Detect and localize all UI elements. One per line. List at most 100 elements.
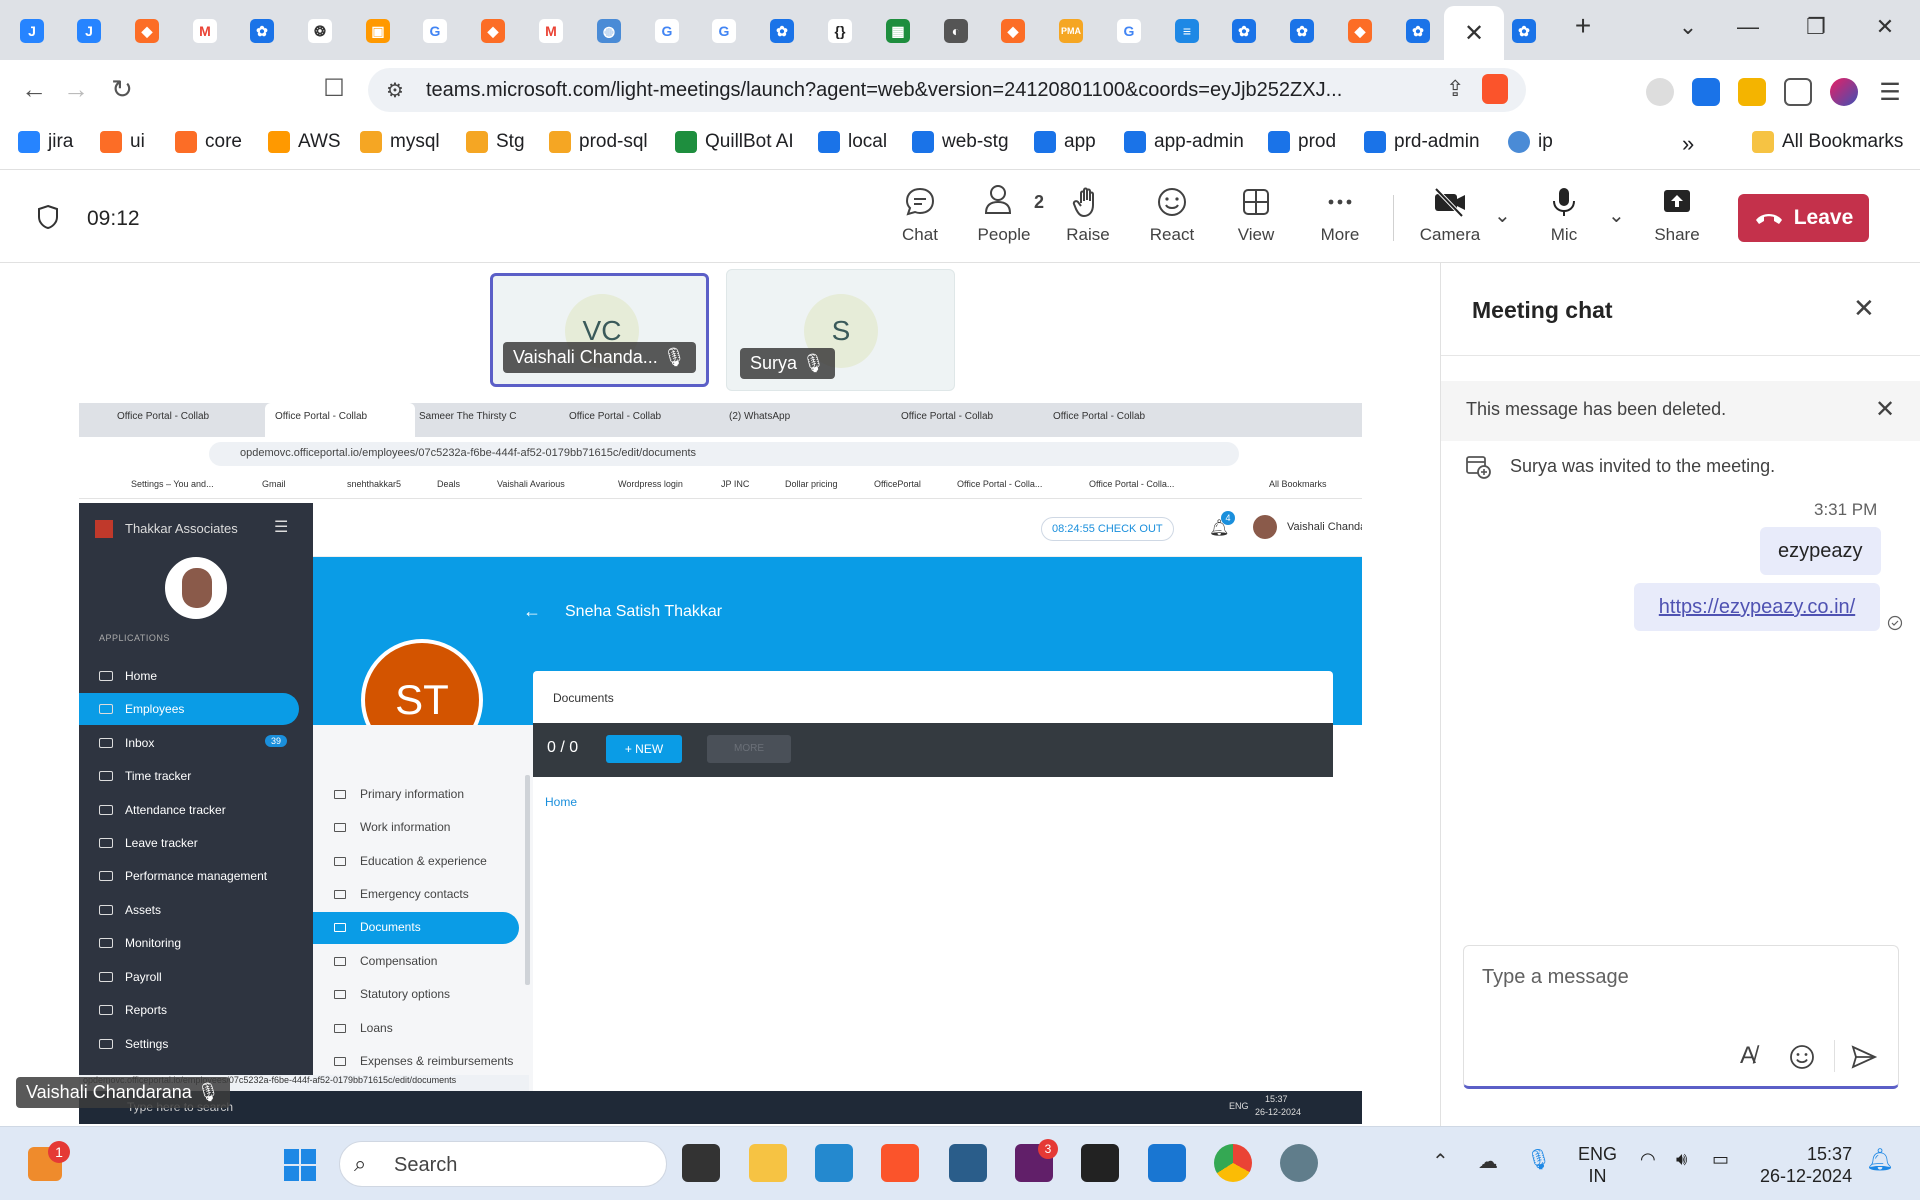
tab-app-5[interactable]: ✿: [1396, 10, 1440, 52]
site-settings-icon[interactable]: ⚙: [386, 78, 404, 103]
tab-gitlab-2[interactable]: ◆: [471, 10, 515, 52]
battery-icon[interactable]: ▭: [1712, 1149, 1729, 1170]
bookmark-stg[interactable]: Stg: [466, 131, 525, 153]
mic-options-chevron-icon[interactable]: ⌄: [1608, 203, 1625, 228]
mic-tray-icon[interactable]: 🎙: [1526, 1147, 1551, 1172]
bookmarks-overflow-icon[interactable]: »: [1682, 131, 1694, 157]
tab-gitlab-4[interactable]: ◆: [1338, 10, 1382, 52]
chat-button[interactable]: Chat: [880, 185, 960, 272]
tab-pma[interactable]: PMA: [1049, 10, 1093, 52]
bookmark-quillbot[interactable]: QuillBot AI: [675, 131, 794, 153]
new-tab-icon[interactable]: +: [1563, 10, 1603, 42]
tab-teams-active[interactable]: ✕: [1444, 6, 1504, 60]
view-button[interactable]: View: [1216, 185, 1296, 245]
tab-app-2[interactable]: ✿: [760, 10, 804, 52]
tray-overflow-icon[interactable]: ⌃: [1432, 1149, 1449, 1174]
url-text[interactable]: teams.microsoft.com/light-meetings/launc…: [426, 79, 1446, 102]
format-text-icon[interactable]: A̸: [1740, 1042, 1756, 1070]
address-bar[interactable]: ⚙ teams.microsoft.com/light-meetings/lau…: [368, 68, 1526, 112]
chat-message-link[interactable]: https://ezypeazy.co.in/: [1634, 583, 1880, 631]
extension-icon[interactable]: [1738, 78, 1766, 106]
message-compose-box[interactable]: Type a message A̸: [1463, 945, 1899, 1089]
tab-aws[interactable]: ▣: [356, 10, 400, 52]
tab-globe[interactable]: ◍: [587, 10, 631, 52]
close-chat-icon[interactable]: ✕: [1853, 293, 1875, 324]
leave-button[interactable]: Leave: [1738, 194, 1869, 242]
bookmark-prd-admin[interactable]: prd-admin: [1364, 131, 1480, 153]
bookmark-app-admin[interactable]: app-admin: [1124, 131, 1244, 153]
restore-icon[interactable]: ❐: [1796, 14, 1836, 40]
share-button[interactable]: Share: [1637, 185, 1717, 245]
participant-tile-surya[interactable]: S Surya 🎙: [726, 269, 955, 391]
tab-jira-2[interactable]: J: [67, 10, 111, 52]
people-button[interactable]: 2 People: [964, 185, 1044, 245]
all-bookmarks[interactable]: All Bookmarks: [1752, 131, 1903, 153]
chat-message[interactable]: ezypeazy: [1760, 527, 1881, 575]
taskbar-search-box[interactable]: ⌕ Search: [339, 1141, 667, 1187]
tab-gmail[interactable]: M: [183, 10, 227, 52]
wifi-icon[interactable]: ◠: [1640, 1149, 1656, 1170]
tab-google[interactable]: G: [413, 10, 457, 52]
bookmark-ui[interactable]: ui: [100, 131, 145, 153]
message-input[interactable]: Type a message: [1482, 966, 1629, 989]
tab-app-4[interactable]: ✿: [1280, 10, 1324, 52]
reload-icon[interactable]: ↻: [104, 74, 140, 105]
settings-gear-icon[interactable]: [1280, 1144, 1318, 1182]
bookmark-app[interactable]: app: [1034, 131, 1096, 153]
bookmark-prod[interactable]: prod: [1268, 131, 1336, 153]
tab-gmail-2[interactable]: M: [529, 10, 573, 52]
tab-gitlab-3[interactable]: ◆: [991, 10, 1035, 52]
tab-world[interactable]: ◐: [934, 10, 978, 52]
tab-sheets[interactable]: ▦: [876, 10, 920, 52]
react-button[interactable]: React: [1132, 185, 1212, 245]
brave-icon[interactable]: [881, 1144, 919, 1182]
bookmark-jira[interactable]: jira: [18, 131, 73, 153]
translate-extension-icon[interactable]: [1692, 78, 1720, 106]
raise-hand-button[interactable]: Raise: [1048, 185, 1128, 245]
tab-gitlab[interactable]: ◆: [125, 10, 169, 52]
tab-app-6[interactable]: ✿: [1502, 10, 1546, 52]
bookmark-prod-sql[interactable]: prod-sql: [549, 131, 648, 153]
windows-start-icon[interactable]: [282, 1147, 318, 1183]
menu-icon[interactable]: ☰: [1876, 78, 1904, 106]
bookmark-local[interactable]: local: [818, 131, 887, 153]
mic-button[interactable]: Mic: [1524, 185, 1604, 245]
bookmark-aws[interactable]: AWS: [268, 131, 341, 153]
tab-search-chevron-icon[interactable]: ⌄: [1668, 14, 1708, 40]
forward-icon[interactable]: →: [58, 74, 94, 105]
file-explorer-icon[interactable]: [749, 1144, 787, 1182]
terminal-icon[interactable]: [1081, 1144, 1119, 1182]
back-icon[interactable]: ←: [16, 74, 52, 105]
bookmark-page-icon[interactable]: ☐: [316, 74, 352, 103]
tab-app-3[interactable]: ✿: [1222, 10, 1266, 52]
bookmark-core[interactable]: core: [175, 131, 242, 153]
emoji-icon[interactable]: [1789, 1044, 1815, 1070]
notifications-bell-icon[interactable]: 🔔︎: [1866, 1147, 1894, 1173]
close-window-icon[interactable]: ✕: [1865, 14, 1905, 40]
extension-icon[interactable]: [1646, 78, 1674, 106]
cloud-icon[interactable]: ☁: [1478, 1149, 1498, 1174]
dismiss-notice-icon[interactable]: ✕: [1875, 395, 1895, 424]
tab-google-4[interactable]: G: [1107, 10, 1151, 52]
camera-button[interactable]: Camera: [1410, 185, 1490, 245]
profile-avatar[interactable]: [1830, 78, 1858, 106]
participant-tile-vc[interactable]: VC Vaishali Chanda... 🎙: [490, 273, 709, 387]
mysql-workbench-icon[interactable]: [949, 1144, 987, 1182]
brave-shield-icon[interactable]: [1482, 74, 1508, 104]
bookmark-web-stg[interactable]: web-stg: [912, 131, 1009, 153]
volume-icon[interactable]: 🔊︎: [1676, 1149, 1687, 1170]
puzzle-extensions-icon[interactable]: [1784, 78, 1812, 106]
language-indicator[interactable]: ENG IN: [1578, 1143, 1617, 1187]
notepad-icon[interactable]: [1148, 1144, 1186, 1182]
task-view-icon[interactable]: [682, 1144, 720, 1182]
tab-google-3[interactable]: G: [702, 10, 746, 52]
tab-db[interactable]: ≡: [1165, 10, 1209, 52]
camera-options-chevron-icon[interactable]: ⌄: [1494, 203, 1511, 228]
send-icon[interactable]: [1850, 1044, 1878, 1070]
chrome-icon[interactable]: [1214, 1144, 1252, 1182]
tab-chatgpt[interactable]: ❂: [298, 10, 342, 52]
tab-json[interactable]: {}: [818, 10, 862, 52]
tab-app[interactable]: ✿: [240, 10, 284, 52]
system-clock[interactable]: 15:37 26-12-2024: [1760, 1143, 1852, 1187]
close-tab-icon[interactable]: ✕: [1464, 19, 1484, 48]
